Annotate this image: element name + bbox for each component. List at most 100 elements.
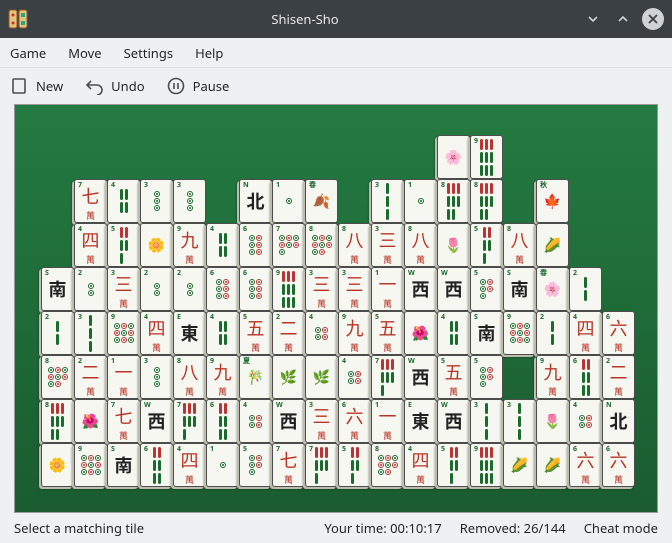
tile-char-3[interactable]: 3三萬 [305, 399, 338, 443]
tile-bam-4[interactable]: 4 [437, 311, 470, 355]
tile-flower-🌸[interactable]: 春🌸 [536, 267, 569, 311]
tile-flower-🌺[interactable]: 🌺 [404, 311, 437, 355]
tile-char-9[interactable]: 9九萬 [206, 355, 239, 399]
tile-char-8[interactable]: 8八萬 [503, 223, 536, 267]
tile-char-1[interactable]: 1一萬 [371, 399, 404, 443]
tile-bam-5[interactable]: 5 [470, 223, 503, 267]
tile-dot-7[interactable]: 7 [272, 223, 305, 267]
menu-game[interactable]: Game [10, 44, 46, 62]
tile-bam-2[interactable]: 2 [536, 311, 569, 355]
tile-char-5[interactable]: 5五萬 [437, 355, 470, 399]
tile-dot-9[interactable]: 9 [503, 311, 536, 355]
tile-dot-5[interactable]: 5 [470, 355, 503, 399]
tile-char-4[interactable]: 4四萬 [404, 443, 437, 487]
tile-char-8[interactable]: 8八萬 [338, 223, 371, 267]
tile-wind-西[interactable]: W西 [437, 399, 470, 443]
tile-flower-🌷[interactable]: 🌷 [536, 399, 569, 443]
undo-button[interactable]: Undo [85, 77, 144, 95]
tile-char-8[interactable]: 8八萬 [173, 355, 206, 399]
tile-wind-南[interactable]: S南 [503, 267, 536, 311]
tile-dot-2[interactable]: 2 [140, 267, 173, 311]
tile-bam-8[interactable]: 8 [470, 179, 503, 223]
tile-wind-東[interactable]: E東 [173, 311, 206, 355]
tile-dot-8[interactable]: 8 [371, 443, 404, 487]
tile-bam-2[interactable]: 2 [41, 311, 74, 355]
tile-bam-4[interactable]: 4 [206, 223, 239, 267]
tile-dot-9[interactable]: 9 [74, 443, 107, 487]
tile-bam-9[interactable]: 9 [272, 267, 305, 311]
tile-char-6[interactable]: 6六萬 [602, 311, 635, 355]
tile-bam-6[interactable]: 6 [206, 399, 239, 443]
pause-button[interactable]: Pause [167, 77, 230, 95]
tile-char-3[interactable]: 3三萬 [371, 223, 404, 267]
tile-char-3[interactable]: 3三萬 [107, 267, 140, 311]
tile-dot-6[interactable]: 6 [239, 267, 272, 311]
tile-flower-🌼[interactable]: 🌼 [140, 223, 173, 267]
tile-bam-7[interactable]: 7 [305, 443, 338, 487]
tile-char-4[interactable]: 4四萬 [569, 311, 602, 355]
tile-bam-5[interactable]: 5 [107, 223, 140, 267]
tile-flower-🌽[interactable]: 🌽 [503, 443, 536, 487]
tile-flower-🌸[interactable]: 🌸 [437, 135, 470, 179]
tile-bam-3[interactable]: 3 [470, 399, 503, 443]
tile-char-4[interactable]: 4四萬 [140, 311, 173, 355]
tile-char-3[interactable]: 3三萬 [338, 267, 371, 311]
menu-help[interactable]: Help [195, 44, 223, 62]
tile-bam-5[interactable]: 5 [338, 443, 371, 487]
tile-char-6[interactable]: 6六萬 [569, 443, 602, 487]
tile-bam-3[interactable]: 3 [503, 399, 536, 443]
tile-wind-北[interactable]: N北 [239, 179, 272, 223]
tile-wind-西[interactable]: W西 [437, 267, 470, 311]
tile-char-2[interactable]: 2二萬 [602, 355, 635, 399]
tile-char-5[interactable]: 5五萬 [239, 311, 272, 355]
tile-char-8[interactable]: 8八萬 [404, 223, 437, 267]
tile-flower-🌼[interactable]: 🌼 [41, 443, 74, 487]
tile-dot-3[interactable]: 3 [140, 355, 173, 399]
tile-char-1[interactable]: 1一萬 [107, 355, 140, 399]
tile-dot-1[interactable]: 1 [206, 443, 239, 487]
tile-char-7[interactable]: 7七萬 [107, 399, 140, 443]
tile-flower-🍁[interactable]: 秋🍁 [536, 179, 569, 223]
tile-char-4[interactable]: 4四萬 [173, 443, 206, 487]
tile-dot-6[interactable]: 6 [239, 223, 272, 267]
tile-bam-9[interactable]: 9 [470, 135, 503, 179]
tile-char-6[interactable]: 6六萬 [602, 443, 635, 487]
tile-bam-3[interactable]: 3 [371, 179, 404, 223]
tile-bam-6[interactable]: 6 [569, 355, 602, 399]
tile-flower-🌺[interactable]: 🌺 [74, 399, 107, 443]
tile-flower-🍂[interactable]: 春🍂 [305, 179, 338, 223]
tile-char-2[interactable]: 2二萬 [74, 355, 107, 399]
tile-char-5[interactable]: 5五萬 [371, 311, 404, 355]
tile-dot-3[interactable]: 3 [140, 179, 173, 223]
tile-wind-西[interactable]: W西 [404, 355, 437, 399]
tile-char-2[interactable]: 2二萬 [272, 311, 305, 355]
tile-bam-8[interactable]: 8 [41, 399, 74, 443]
tile-bam-2[interactable]: 2 [569, 267, 602, 311]
tile-wind-南[interactable]: S南 [107, 443, 140, 487]
tile-char-9[interactable]: 9九萬 [536, 355, 569, 399]
tile-wind-西[interactable]: W西 [272, 399, 305, 443]
game-board[interactable]: 🌸97七萬433N北1春🍂3188秋🍁4四萬5🌼9九萬46788八萬3三萬8八萬… [14, 104, 658, 513]
tile-bam-8[interactable]: 8 [437, 179, 470, 223]
tile-wind-西[interactable]: W西 [140, 399, 173, 443]
tile-wind-北[interactable]: N北 [602, 399, 635, 443]
menu-move[interactable]: Move [68, 44, 101, 62]
tile-dot-3[interactable]: 3 [173, 179, 206, 223]
tile-wind-南[interactable]: S南 [41, 267, 74, 311]
tile-dot-6[interactable]: 6 [206, 267, 239, 311]
tile-dot-8[interactable]: 8 [41, 355, 74, 399]
tile-dot-2[interactable]: 2 [173, 267, 206, 311]
minimize-button[interactable] [582, 8, 604, 30]
tile-char-9[interactable]: 9九萬 [338, 311, 371, 355]
tile-char-1[interactable]: 1一萬 [371, 267, 404, 311]
menu-settings[interactable]: Settings [124, 44, 173, 62]
tile-bam-9[interactable]: 9 [470, 443, 503, 487]
tile-bam-4[interactable]: 4 [107, 179, 140, 223]
tile-dot-8[interactable]: 8 [305, 223, 338, 267]
tile-bam-7[interactable]: 7 [173, 399, 206, 443]
tile-flower-🌿[interactable]: 🌿 [272, 355, 305, 399]
tile-dot-4[interactable]: 4 [569, 399, 602, 443]
tile-bam-6[interactable]: 6 [140, 443, 173, 487]
tile-dot-2[interactable]: 2 [74, 267, 107, 311]
tile-wind-東[interactable]: E東 [404, 399, 437, 443]
